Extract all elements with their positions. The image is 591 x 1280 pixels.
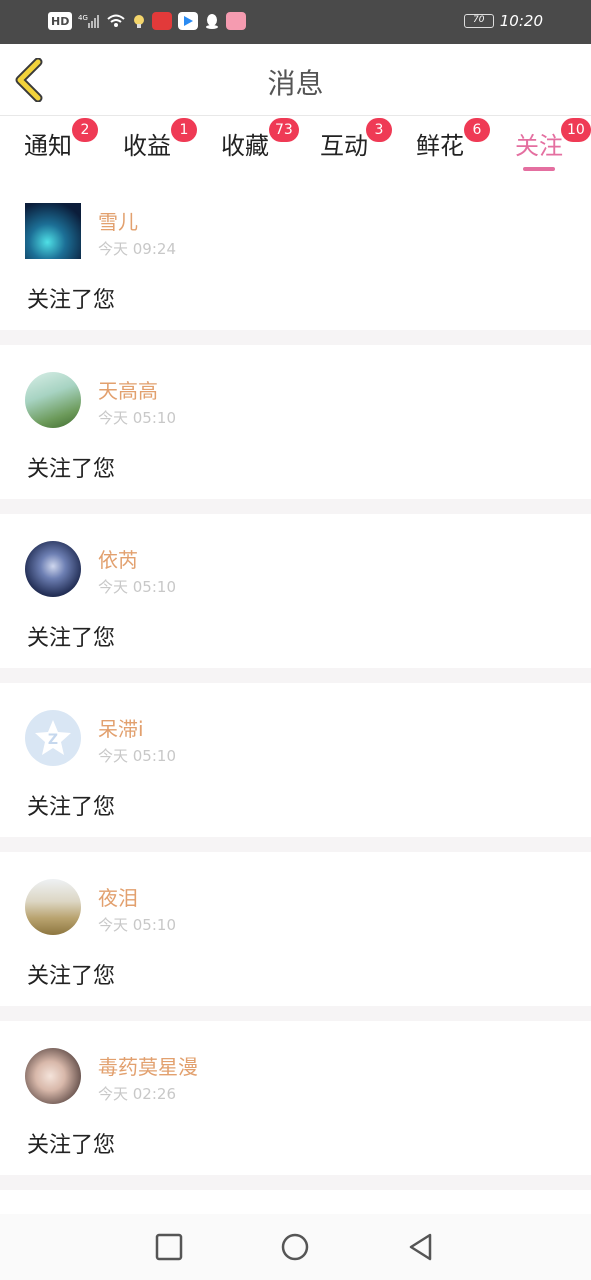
user-name[interactable]: 夜泪 — [98, 882, 138, 911]
header: 消息 — [0, 44, 591, 116]
battery-icon: 70 — [463, 14, 494, 28]
tab-label: 通知 — [24, 132, 72, 160]
notification-bulb-icon — [132, 12, 146, 30]
tab-bar: 通知 2 收益 1 收藏 73 互动 3 鲜花 6 关注 10 — [0, 116, 591, 176]
tab-following[interactable]: 关注 10 — [515, 118, 591, 170]
message-text: 关注了您 — [27, 964, 116, 989]
user-name[interactable]: 雪儿 — [98, 206, 138, 235]
signal-icon: 4G — [78, 12, 100, 30]
message-text: 关注了您 — [27, 626, 116, 651]
message-text: 关注了您 — [27, 1133, 116, 1158]
message-text: 关注了您 — [27, 457, 116, 482]
timestamp: 今天 05:10 — [98, 578, 176, 596]
tab-flowers[interactable]: 鲜花 6 — [416, 118, 490, 170]
status-bar: HD 4G 70 10:20 — [0, 0, 591, 44]
user-name[interactable]: 天高高 — [98, 375, 158, 404]
triangle-back-icon — [409, 1233, 432, 1261]
status-right: 70 10:20 — [463, 12, 543, 30]
list-item[interactable]: Z 呆滞i 今天 05:10 关注了您 — [0, 683, 591, 837]
tab-favorites[interactable]: 收藏 73 — [221, 118, 299, 170]
list-item[interactable]: 夜泪 今天 05:10 关注了您 — [0, 852, 591, 1006]
wifi-icon — [106, 12, 126, 30]
circle-icon — [281, 1233, 309, 1261]
avatar[interactable] — [25, 541, 81, 597]
page-title: 消息 — [267, 67, 324, 100]
timestamp: 今天 05:10 — [98, 747, 176, 765]
tab-badge: 2 — [72, 118, 98, 142]
active-tab-indicator — [523, 167, 555, 171]
tab-interactions[interactable]: 互动 3 — [320, 118, 392, 170]
tab-label: 鲜花 — [416, 132, 464, 160]
square-icon — [155, 1233, 183, 1261]
svg-text:Z: Z — [48, 732, 58, 748]
list-item[interactable]: 毒药莫星漫 今天 02:26 关注了您 — [0, 1021, 591, 1175]
user-name[interactable]: 毒药莫星漫 — [98, 1051, 198, 1080]
app-icon-red — [152, 12, 173, 30]
status-left: HD 4G — [48, 12, 247, 30]
user-name[interactable]: 呆滞i — [98, 713, 144, 742]
recent-apps-button[interactable] — [152, 1230, 186, 1264]
tab-badge: 73 — [269, 118, 299, 142]
svg-text:4G: 4G — [78, 14, 88, 22]
tab-notifications[interactable]: 通知 2 — [24, 118, 98, 170]
hd-indicator: HD — [48, 12, 73, 30]
tab-label: 关注 — [515, 132, 563, 160]
app-icon-youku — [178, 12, 199, 30]
message-text: 关注了您 — [27, 288, 116, 313]
default-avatar-icon: Z — [35, 720, 71, 755]
home-button[interactable] — [278, 1230, 312, 1264]
avatar[interactable] — [25, 1048, 81, 1104]
timestamp: 今天 05:10 — [98, 409, 176, 427]
status-time: 10:20 — [499, 12, 543, 30]
avatar[interactable] — [25, 879, 81, 935]
back-nav-button[interactable] — [404, 1230, 438, 1264]
timestamp: 今天 05:10 — [98, 916, 176, 934]
list-item[interactable]: 依芮 今天 05:10 关注了您 — [0, 514, 591, 668]
tab-label: 互动 — [320, 132, 368, 160]
list-item[interactable]: 雪儿 今天 09:24 关注了您 — [0, 176, 591, 330]
tab-label: 收益 — [123, 132, 171, 160]
list-item-partial[interactable] — [0, 1190, 591, 1214]
list-item[interactable]: 天高高 今天 05:10 关注了您 — [0, 345, 591, 499]
timestamp: 今天 02:26 — [98, 1085, 176, 1103]
app-icon-pig — [226, 12, 247, 30]
tab-label: 收藏 — [221, 132, 269, 160]
avatar[interactable] — [25, 372, 81, 428]
system-nav-bar — [0, 1214, 591, 1280]
avatar[interactable] — [25, 203, 81, 259]
tab-earnings[interactable]: 收益 1 — [123, 118, 197, 170]
tab-badge: 3 — [366, 118, 392, 142]
tab-badge: 6 — [464, 118, 490, 142]
qq-icon — [204, 12, 220, 30]
tab-badge: 10 — [561, 118, 591, 142]
tab-badge: 1 — [171, 118, 197, 142]
avatar[interactable]: Z — [25, 710, 81, 766]
user-name[interactable]: 依芮 — [98, 544, 138, 573]
timestamp: 今天 09:24 — [98, 240, 176, 258]
message-text: 关注了您 — [27, 795, 116, 820]
